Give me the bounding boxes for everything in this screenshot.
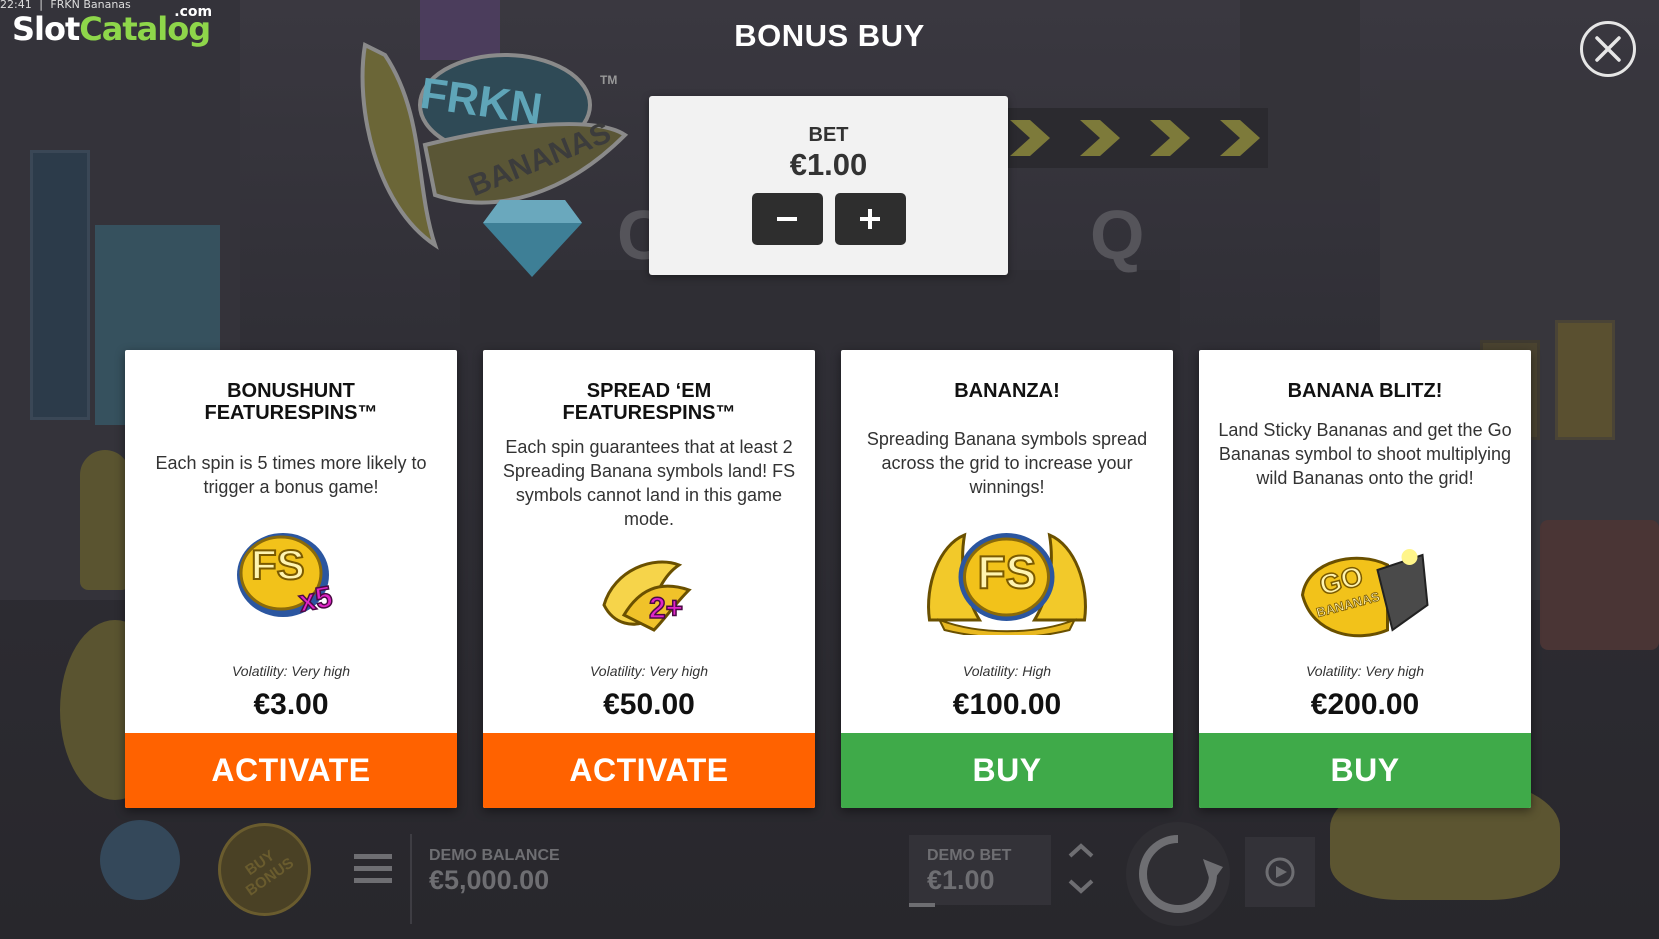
bet-controls bbox=[649, 193, 1008, 245]
bg-graffiti-right bbox=[1540, 520, 1659, 650]
activate-button-bonushunt[interactable]: ACTIVATE bbox=[125, 733, 457, 808]
bet-panel: BET €1.00 bbox=[649, 96, 1008, 275]
activate-button-spread-em[interactable]: ACTIVATE bbox=[483, 733, 815, 808]
bg-blue-shape bbox=[100, 820, 180, 900]
card-volatility: Volatility: Very high bbox=[589, 663, 708, 679]
bet-up-button[interactable] bbox=[1066, 842, 1096, 865]
two-plus-text: 2+ bbox=[648, 591, 684, 626]
card-title: BANANZA! bbox=[954, 380, 1060, 402]
close-button[interactable] bbox=[1580, 21, 1636, 77]
spin-icon bbox=[1139, 835, 1223, 913]
demo-balance-label: DEMO BALANCE bbox=[429, 847, 560, 864]
demo-bet-value: €1.00 bbox=[927, 865, 995, 895]
banana-2plus-icon: 2+ bbox=[594, 550, 704, 640]
buy-button-banana-blitz[interactable]: BUY bbox=[1199, 733, 1531, 808]
bg-hazard-stripe bbox=[1000, 108, 1268, 168]
bonus-card-spread-em: SPREAD ‘EM FEATURESPINS™ Each spin guara… bbox=[483, 350, 815, 808]
card-volatility: Volatility: Very high bbox=[1305, 663, 1424, 679]
diamond-symbol-icon bbox=[480, 195, 585, 285]
card-description: Each spin guarantees that at least 2 Spr… bbox=[502, 437, 796, 529]
go-bananas-icon: GO BANANAS bbox=[1298, 545, 1433, 645]
close-icon bbox=[1595, 36, 1621, 62]
bonus-card-banana-blitz: BANANA BLITZ! Land Sticky Bananas and ge… bbox=[1199, 350, 1531, 808]
chevron-down-icon bbox=[1068, 879, 1094, 894]
card-description: Each spin is 5 times more likely to trig… bbox=[155, 453, 427, 497]
bottom-divider bbox=[410, 834, 412, 924]
fs-text: FS bbox=[250, 540, 306, 589]
game-logo-trademark: TM bbox=[600, 73, 618, 87]
card-price: €3.00 bbox=[253, 688, 329, 721]
bg-symbol-q: Q bbox=[1090, 196, 1145, 274]
demo-bet-indicator bbox=[909, 903, 935, 907]
bet-value: €1.00 bbox=[789, 147, 868, 182]
bet-down-button[interactable] bbox=[1066, 877, 1096, 900]
card-title: SPREAD ‘EM FEATURESPINS™ bbox=[562, 380, 736, 424]
fs-x5-icon: FS x5 bbox=[231, 525, 351, 635]
fs-text: FS bbox=[977, 545, 1038, 599]
card-price: €100.00 bbox=[952, 688, 1062, 721]
buy-button-bananza[interactable]: BUY bbox=[841, 733, 1173, 808]
bg-window-left bbox=[30, 150, 90, 420]
menu-button[interactable] bbox=[354, 852, 392, 891]
card-price: €50.00 bbox=[603, 688, 695, 721]
plus-icon bbox=[860, 209, 880, 229]
bonus-card-bonushunt: BONUSHUNT FEATURESPINS™ Each spin is 5 t… bbox=[125, 350, 457, 808]
autoplay-icon bbox=[1265, 857, 1295, 887]
card-description: Land Sticky Bananas and get the Go Banan… bbox=[1218, 420, 1512, 488]
hamburger-menu-icon bbox=[354, 854, 392, 883]
card-volatility: Volatility: High bbox=[962, 663, 1052, 679]
bonus-card-bananza: BANANZA! Spreading Banana symbols spread… bbox=[841, 350, 1173, 808]
demo-balance-value: €5,000.00 bbox=[429, 865, 550, 895]
bg-banana-left bbox=[80, 450, 130, 590]
buy-bonus-label: BUY BONUS bbox=[241, 846, 297, 899]
card-description: Spreading Banana symbols spread across t… bbox=[866, 429, 1148, 497]
demo-bet-label: DEMO BET bbox=[927, 847, 1012, 864]
buy-bonus-button[interactable]: BUY BONUS bbox=[218, 823, 311, 916]
card-volatility: Volatility: Very high bbox=[231, 663, 350, 679]
modal-title: BONUS BUY bbox=[734, 18, 925, 53]
spin-button[interactable] bbox=[1126, 822, 1230, 926]
autoplay-button[interactable] bbox=[1245, 837, 1315, 907]
fs-bananas-icon: FS bbox=[920, 525, 1095, 639]
card-price: €200.00 bbox=[1310, 688, 1420, 721]
bet-label: BET bbox=[808, 124, 849, 146]
card-title: BONUSHUNT FEATURESPINS™ bbox=[204, 380, 378, 424]
chevron-stripe-icon bbox=[1010, 120, 1260, 156]
chevron-up-icon bbox=[1068, 843, 1094, 858]
decrease-bet-button[interactable] bbox=[751, 193, 823, 245]
bg-window-yellow bbox=[1555, 320, 1615, 440]
minus-icon bbox=[777, 217, 797, 221]
x5-text: x5 bbox=[296, 580, 336, 620]
card-title: BANANA BLITZ! bbox=[1287, 380, 1443, 402]
increase-bet-button[interactable] bbox=[834, 193, 906, 245]
